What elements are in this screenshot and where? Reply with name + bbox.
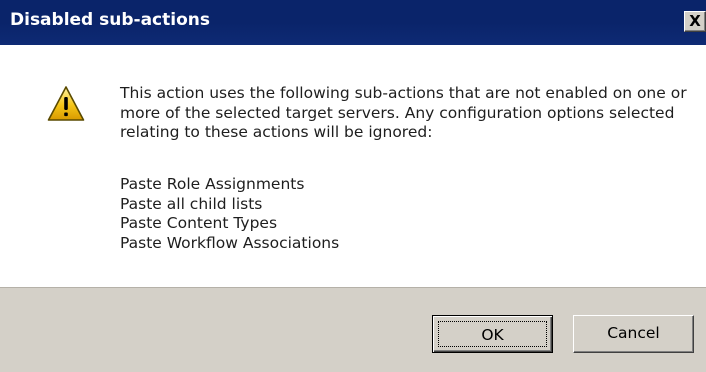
button-bar: OK Cancel [0,287,706,372]
ok-button-label: OK [438,321,547,347]
sub-action-list: Paste Role Assignments Paste all child l… [120,175,339,253]
title-bar[interactable]: Disabled sub-actions X [0,0,706,45]
warning-icon [47,86,85,121]
cancel-button[interactable]: Cancel [573,315,694,353]
list-item: Paste Content Types [120,214,278,232]
window-title: Disabled sub-actions [10,10,210,30]
close-icon: X [689,12,701,30]
dialog-content: This action uses the following sub-actio… [0,45,706,287]
close-button[interactable]: X [684,11,706,32]
ok-button[interactable]: OK [432,315,553,353]
dialog-window: Disabled sub-actions X This action uses … [0,0,706,372]
message-text: This action uses the following sub-actio… [120,84,690,143]
list-item: Paste all child lists [120,194,263,213]
message-paragraph: This action uses the following sub-actio… [120,84,687,141]
list-item: Paste Role Assignments [120,175,305,193]
list-item: Paste Workflow Associations [120,233,340,252]
